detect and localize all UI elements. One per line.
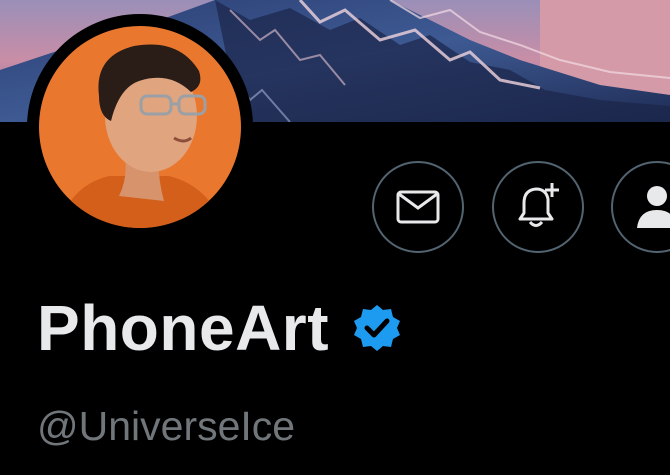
person-icon — [637, 186, 670, 228]
profile-name-row: PhoneArt — [37, 290, 403, 366]
profile-handle: @UniverseIce — [37, 403, 296, 449]
envelope-icon — [396, 190, 440, 224]
verified-badge-icon[interactable] — [351, 302, 403, 354]
display-name: PhoneArt — [37, 292, 329, 364]
message-button[interactable] — [372, 161, 464, 253]
bell-plus-icon — [518, 183, 559, 227]
follow-button[interactable] — [611, 161, 670, 253]
notifications-button[interactable] — [492, 161, 584, 253]
avatar[interactable] — [39, 26, 241, 228]
avatar-photo — [39, 26, 241, 228]
